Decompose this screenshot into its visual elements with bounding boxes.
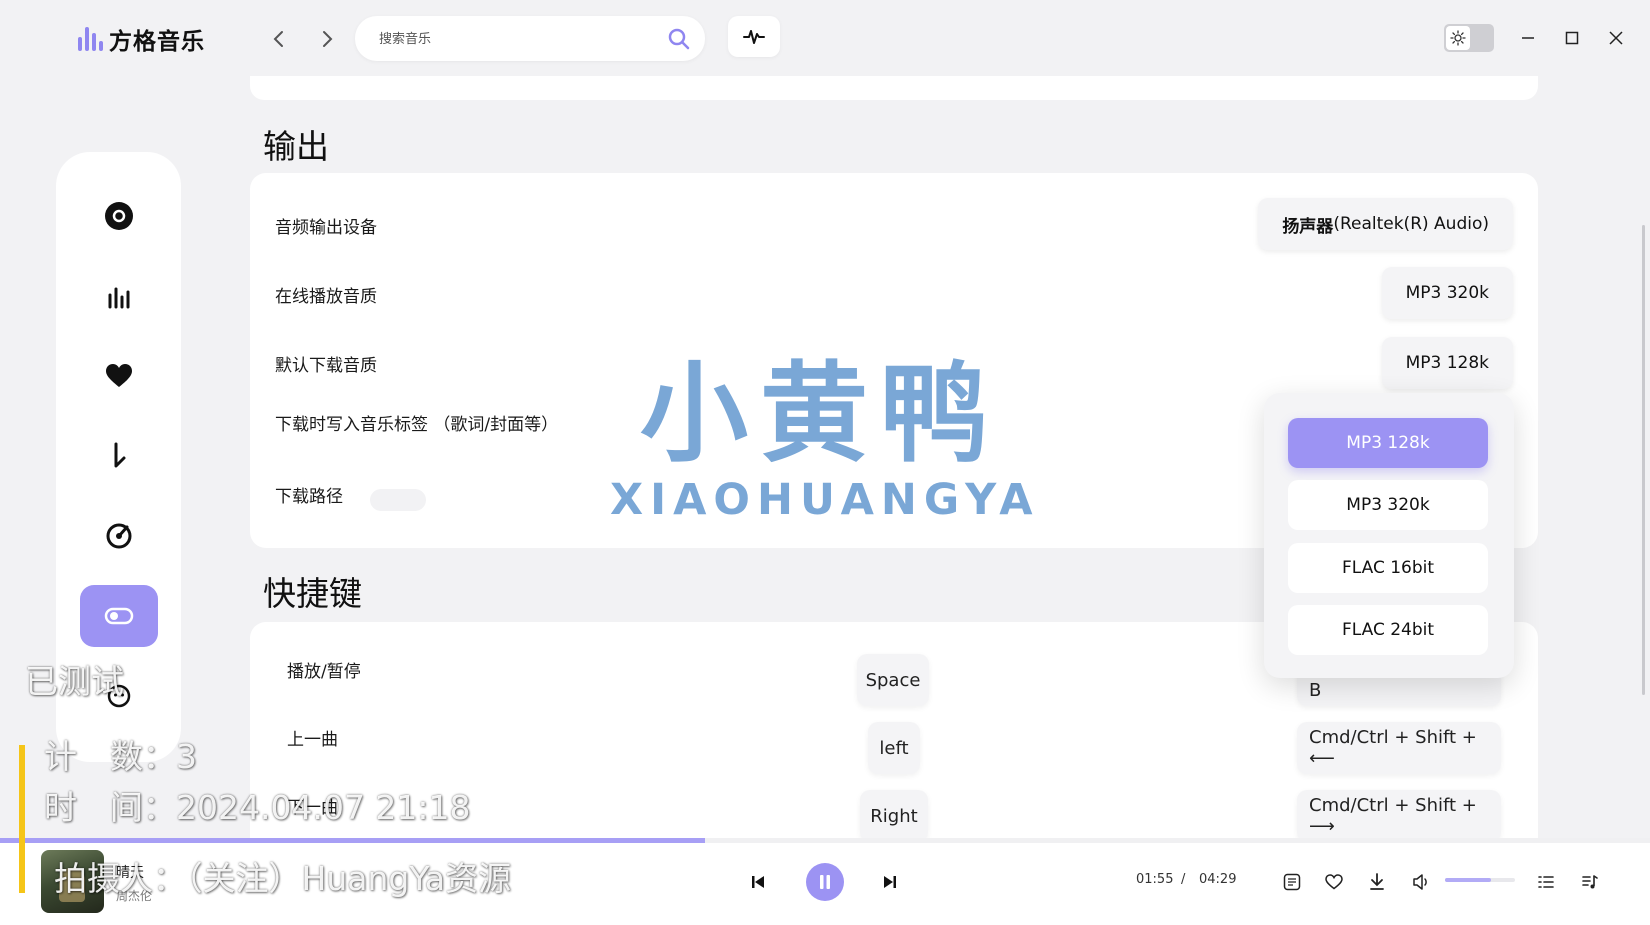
online-quality-label: 在线播放音质 (275, 287, 377, 307)
quality-option[interactable]: MP3 320k (1288, 480, 1488, 530)
shortcut-global-previous[interactable]: Cmd/Ctrl + Shift + ⟵ (1297, 722, 1501, 774)
sidebar-item-charts[interactable] (80, 265, 158, 327)
heart-outline-icon (1325, 874, 1343, 890)
section-title-output: 输出 (263, 127, 329, 166)
quality-option[interactable]: FLAC 16bit (1288, 543, 1488, 593)
download-icon (114, 442, 126, 468)
playlist-icon (1582, 875, 1598, 889)
download-song-button[interactable] (1366, 871, 1388, 893)
close-button[interactable] (1600, 22, 1632, 54)
toggle-icon (104, 607, 134, 625)
quality-option[interactable]: MP3 128k (1288, 418, 1488, 468)
audio-visualizer-button[interactable] (728, 16, 780, 57)
playlist-button[interactable] (1579, 871, 1601, 893)
app-logo: 方格音乐 (78, 22, 205, 56)
current-time: 01:55 (1136, 872, 1174, 887)
maximize-icon (1565, 31, 1579, 45)
output-device-value-bold: 扬声器 (1282, 216, 1334, 237)
song-title: 晴天 (116, 865, 144, 881)
download-path-label: 下载路径 (275, 487, 343, 507)
time-separator: / (1181, 872, 1186, 887)
quality-dropdown: MP3 128k MP3 320k FLAC 16bit FLAC 24bit (1264, 393, 1514, 678)
lyrics-button[interactable] (1281, 871, 1303, 893)
search-icon[interactable] (667, 27, 691, 51)
minimize-icon (1522, 37, 1534, 39)
sidebar-item-account[interactable] (80, 665, 158, 727)
scrollbar[interactable] (1642, 225, 1645, 695)
sidebar (56, 152, 181, 762)
lyrics-icon (1283, 873, 1301, 891)
section-title-shortcuts: 快捷键 (263, 574, 362, 613)
volume-button[interactable] (1410, 871, 1432, 893)
sidebar-item-recent[interactable] (80, 505, 158, 567)
sidebar-item-favorites[interactable] (80, 345, 158, 407)
waveform-icon (743, 29, 765, 44)
song-artist[interactable]: 周杰伦 (116, 887, 152, 904)
volume-slider-fill (1445, 878, 1491, 882)
sidebar-item-discover[interactable] (80, 185, 158, 247)
like-button[interactable] (1323, 871, 1345, 893)
list-order-icon (1538, 876, 1554, 888)
download-quality-label: 默认下载音质 (275, 356, 377, 376)
shortcut-action-play-pause: 播放/暂停 (287, 662, 361, 682)
shortcut-key-next[interactable]: Right (860, 790, 928, 838)
download-quality-select[interactable]: MP3 128k (1381, 337, 1513, 389)
download-path-field[interactable] (370, 489, 426, 511)
close-icon (1609, 31, 1623, 45)
play-mode-button[interactable] (1535, 871, 1557, 893)
theme-toggle[interactable] (1444, 24, 1494, 52)
chevron-right-icon (323, 31, 333, 47)
volume-icon (1413, 874, 1427, 890)
play-pause-button[interactable] (806, 863, 844, 901)
maximize-button[interactable] (1556, 22, 1588, 54)
playback-progress-fill (0, 838, 705, 843)
overlay-accent-bar (19, 745, 25, 893)
total-time: 04:29 (1199, 872, 1237, 887)
search-input[interactable] (379, 27, 649, 51)
output-device-value: (Realtek(R) Audio) (1333, 214, 1489, 234)
quality-option[interactable]: FLAC 24bit (1288, 605, 1488, 655)
write-tags-label: 下载时写入音乐标签 （歌词/封面等） (275, 415, 559, 435)
online-quality-select[interactable]: MP3 320k (1381, 267, 1513, 319)
album-cover[interactable] (41, 850, 104, 913)
output-device-label: 音频输出设备 (275, 218, 377, 238)
sidebar-item-settings[interactable] (80, 585, 158, 647)
search-box[interactable] (355, 16, 705, 61)
shortcut-key-play-pause[interactable]: Space (857, 654, 929, 706)
skip-next-icon (884, 876, 896, 888)
back-button[interactable] (264, 24, 294, 54)
shortcut-action-previous: 上一曲 (287, 730, 338, 750)
app-title: 方格音乐 (109, 29, 205, 55)
next-track-button[interactable] (880, 872, 900, 892)
chevron-left-icon (273, 31, 283, 47)
skip-previous-icon (752, 876, 764, 888)
pause-icon (820, 875, 830, 889)
shortcut-action-next: 下一曲 (287, 798, 338, 818)
chart-bars-icon (108, 287, 130, 309)
shortcut-key-previous[interactable]: left (868, 722, 920, 774)
shortcut-global-next[interactable]: Cmd/Ctrl + Shift + ⟶ (1297, 790, 1501, 838)
player-bar: 晴天 周杰伦 01:55 / 04:29 (0, 838, 1650, 925)
previous-track-button[interactable] (748, 872, 768, 892)
output-device-select[interactable]: 扬声器 (Realtek(R) Audio) (1258, 198, 1513, 250)
face-icon (107, 684, 131, 708)
playback-progress[interactable] (0, 838, 1650, 843)
title-bar: 方格音乐 (0, 0, 1650, 76)
minimize-button[interactable] (1512, 22, 1544, 54)
sun-icon (1446, 26, 1470, 50)
heart-icon (106, 364, 132, 387)
volume-slider[interactable] (1445, 878, 1515, 882)
sidebar-item-downloads[interactable] (80, 425, 158, 487)
download-arrow-icon (1370, 873, 1384, 890)
app-logo-icon (78, 27, 103, 51)
target-icon (106, 523, 132, 549)
forward-button[interactable] (312, 24, 342, 54)
record-icon (105, 202, 133, 230)
